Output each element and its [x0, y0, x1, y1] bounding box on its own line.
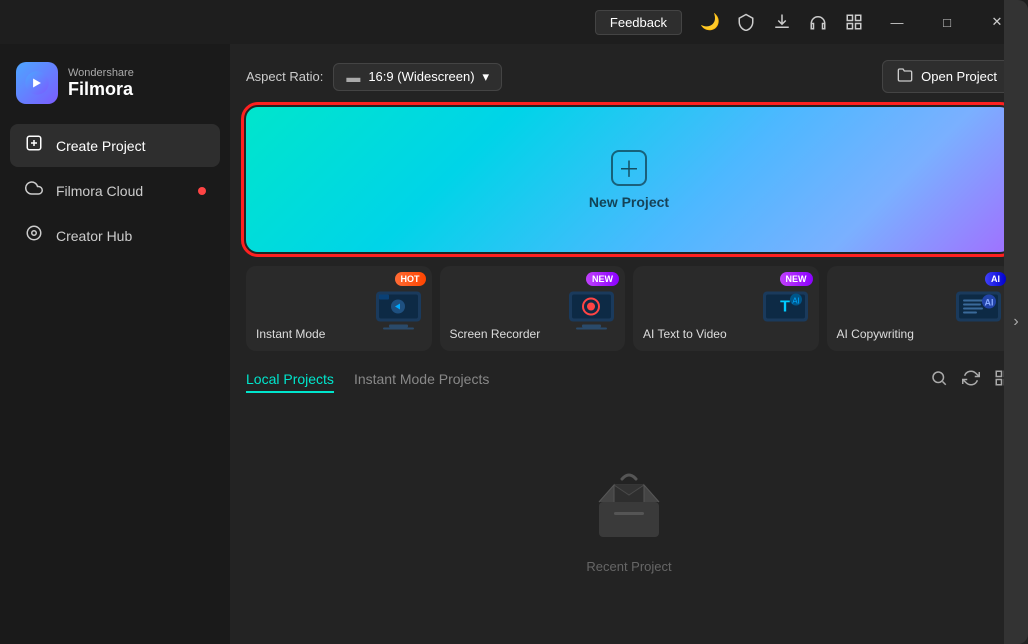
new-badge: NEW [586, 272, 619, 286]
feature-card-label: Instant Mode [256, 327, 422, 341]
empty-state: Recent Project [246, 403, 1012, 628]
feature-card-label: AI Text to Video [643, 327, 809, 341]
new-project-banner[interactable]: ＋ New Project [246, 107, 1012, 252]
svg-text:AI: AI [985, 297, 994, 307]
logo-text: Wondershare Filmora [68, 67, 134, 100]
empty-label: Recent Project [586, 559, 671, 574]
feature-cards: HOT Instant Mode NEW [246, 266, 1012, 351]
filmora-cloud-icon [24, 179, 44, 202]
content-area: Aspect Ratio: ▬ 16:9 (Widescreen) ▾ Open… [230, 44, 1028, 644]
sidebar: Wondershare Filmora Create Project [0, 44, 230, 644]
chevron-down-icon: ▾ [483, 69, 490, 85]
grid-icon[interactable] [838, 6, 870, 38]
feature-card-label: Screen Recorder [450, 327, 616, 341]
minimize-button[interactable]: — [874, 6, 920, 38]
headphone-icon[interactable] [802, 6, 834, 38]
feedback-button[interactable]: Feedback [595, 10, 682, 35]
theme-toggle-icon[interactable]: 🌙 [694, 6, 726, 38]
new-project-plus-icon: ＋ [611, 150, 647, 186]
projects-tabs: Local Projects Instant Mode Projects [246, 367, 1012, 393]
sidebar-item-creator-hub[interactable]: Creator Hub [10, 214, 220, 257]
ai-badge: AI [985, 272, 1006, 286]
tab-local-projects[interactable]: Local Projects [246, 367, 334, 393]
sidebar-item-create-project[interactable]: Create Project [10, 124, 220, 167]
main-layout: Wondershare Filmora Create Project [0, 44, 1028, 644]
title-bar: Feedback 🌙 — □ ✕ [0, 0, 1028, 44]
new-badge: NEW [780, 272, 813, 286]
empty-box-icon [584, 457, 674, 547]
hot-badge: HOT [395, 272, 426, 286]
aspect-ratio-select[interactable]: ▬ 16:9 (Widescreen) ▾ [333, 63, 502, 91]
sidebar-item-label: Creator Hub [56, 228, 132, 244]
download-icon[interactable] [766, 6, 798, 38]
notification-dot [198, 187, 206, 195]
open-project-button[interactable]: Open Project [882, 60, 1012, 93]
app-logo: Wondershare Filmora [0, 44, 230, 124]
open-project-label: Open Project [921, 69, 997, 84]
feature-card-ai-copywriting[interactable]: AI AI AI Copywriting [827, 266, 1013, 351]
feature-card-instant-mode[interactable]: HOT Instant Mode [246, 266, 432, 351]
ratio-icon: ▬ [346, 69, 360, 85]
search-icon[interactable] [930, 369, 948, 392]
svg-text:T: T [780, 298, 790, 315]
aspect-ratio-bar: Aspect Ratio: ▬ 16:9 (Widescreen) ▾ Open… [246, 60, 1012, 93]
tabs-actions [930, 369, 1012, 392]
aspect-ratio-left: Aspect Ratio: ▬ 16:9 (Widescreen) ▾ [246, 63, 502, 91]
feature-cards-arrow[interactable]: › [1004, 44, 1028, 644]
sidebar-item-label: Filmora Cloud [56, 183, 143, 199]
sidebar-nav: Create Project Filmora Cloud Creator Hub [0, 124, 230, 257]
feature-card-ai-text-to-video[interactable]: NEW T AI AI Text to Video [633, 266, 819, 351]
svg-text:AI: AI [792, 296, 800, 305]
aspect-ratio-label: Aspect Ratio: [246, 69, 323, 84]
folder-icon [897, 67, 913, 86]
maximize-button[interactable]: □ [924, 6, 970, 38]
logo-icon [16, 62, 58, 104]
feature-card-screen-recorder[interactable]: NEW Screen Recorder [440, 266, 626, 351]
new-project-label: New Project [589, 194, 669, 210]
aspect-ratio-value: 16:9 (Widescreen) [368, 69, 474, 84]
create-project-icon [24, 134, 44, 157]
shield-icon[interactable] [730, 6, 762, 38]
refresh-icon[interactable] [962, 369, 980, 392]
sidebar-item-label: Create Project [56, 138, 145, 154]
creator-hub-icon [24, 224, 44, 247]
tab-instant-mode-projects[interactable]: Instant Mode Projects [354, 367, 489, 393]
feature-card-label: AI Copywriting [837, 327, 1003, 341]
sidebar-item-filmora-cloud[interactable]: Filmora Cloud [10, 169, 220, 212]
